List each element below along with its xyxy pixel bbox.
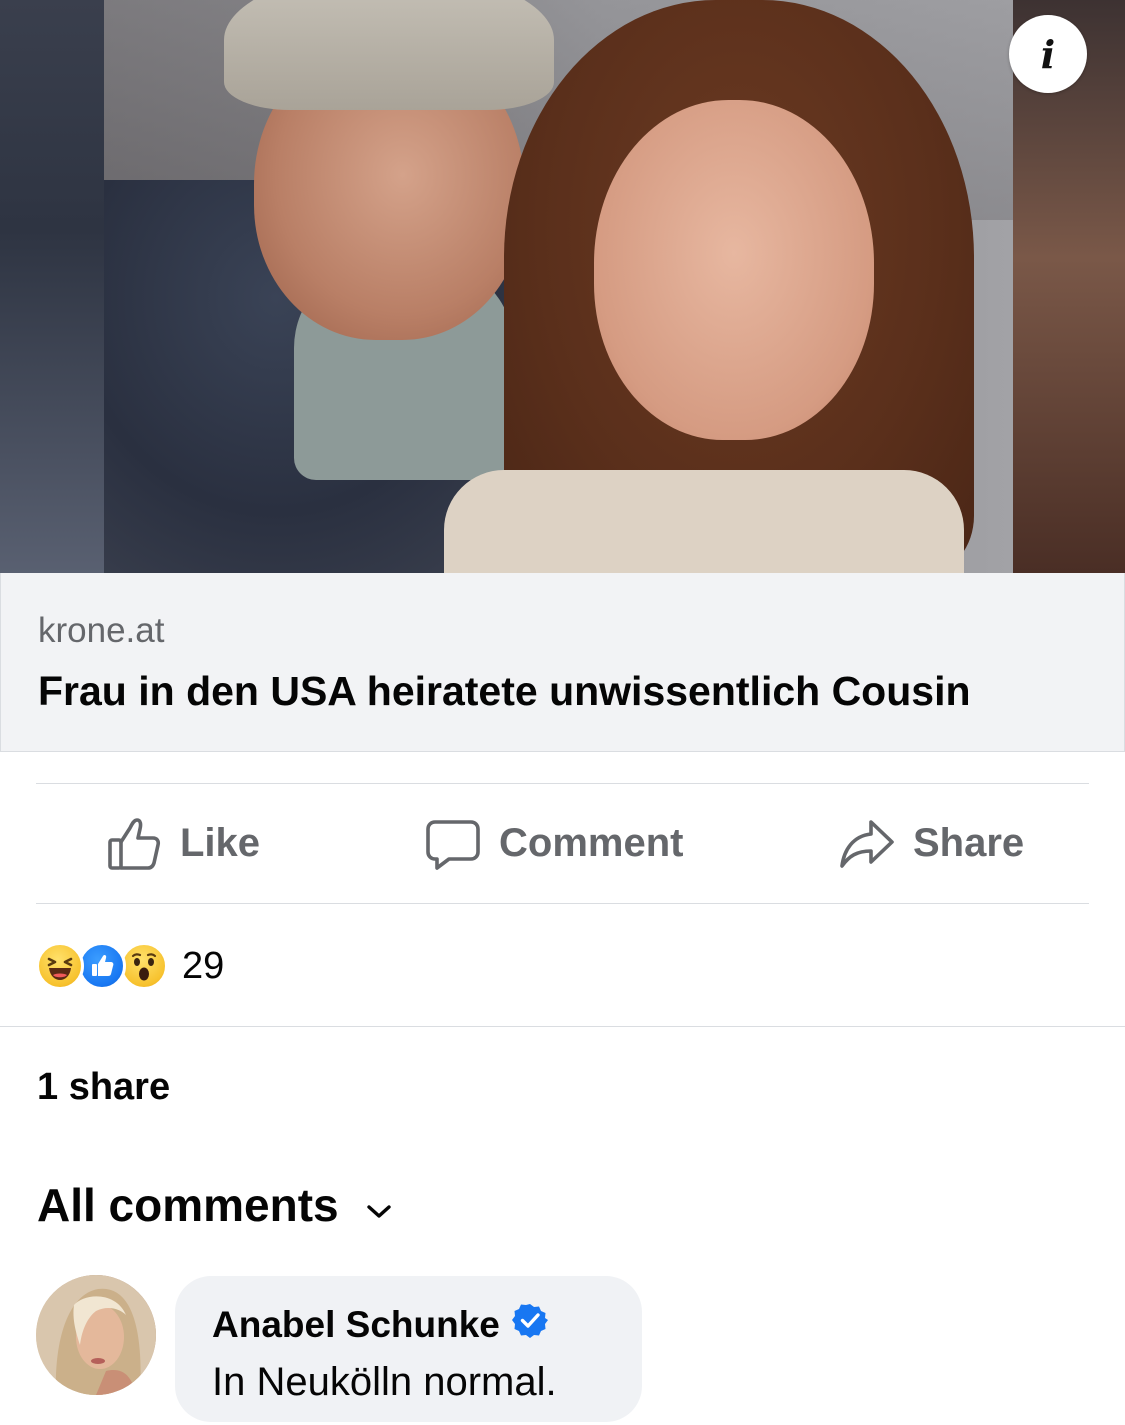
- share-count[interactable]: 1 share: [37, 1066, 170, 1109]
- like-label: Like: [180, 821, 261, 865]
- avatar[interactable]: [36, 1275, 156, 1395]
- reaction-count: 29: [182, 944, 225, 987]
- link-title: Frau in den USA heiratete unwissentlich …: [38, 668, 971, 714]
- thumbs-up-icon: [106, 816, 162, 872]
- comment-author-name: Anabel Schunke: [212, 1303, 500, 1345]
- share-button[interactable]: Share: [839, 784, 1024, 903]
- action-bar: Like Comment Share: [36, 784, 1089, 903]
- share-label: Share: [913, 821, 1025, 865]
- like-reaction-icon: [78, 942, 126, 990]
- image-content: [104, 0, 1013, 573]
- haha-reaction-icon: [36, 942, 84, 990]
- link-preview[interactable]: krone.at Frau in den USA heiratete unwis…: [0, 573, 1125, 752]
- divider-bottom: [36, 903, 1089, 904]
- like-button[interactable]: Like: [106, 784, 260, 903]
- comment-bubble[interactable]: Anabel Schunke In Neukölln normal.: [175, 1276, 642, 1422]
- chevron-down-icon: [339, 1178, 393, 1232]
- comment-author[interactable]: Anabel Schunke: [212, 1302, 548, 1347]
- comment-label: Comment: [499, 821, 684, 865]
- verified-badge-icon: [511, 1302, 548, 1347]
- wow-reaction-icon: [120, 942, 168, 990]
- link-domain: krone.at: [38, 611, 165, 650]
- info-icon[interactable]: i: [1009, 15, 1087, 93]
- image-blur-left: [0, 0, 104, 573]
- comments-filter-label: All comments: [37, 1179, 339, 1231]
- section-divider: [0, 1026, 1125, 1027]
- comment-text: In Neukölln normal.: [212, 1360, 557, 1404]
- share-arrow-icon: [839, 816, 895, 872]
- comments-filter-dropdown[interactable]: All comments: [37, 1178, 393, 1232]
- comment-bubble-icon: [425, 816, 481, 872]
- reactions-summary[interactable]: 29: [36, 942, 224, 990]
- comment-button[interactable]: Comment: [425, 784, 683, 903]
- post-image[interactable]: [0, 0, 1125, 573]
